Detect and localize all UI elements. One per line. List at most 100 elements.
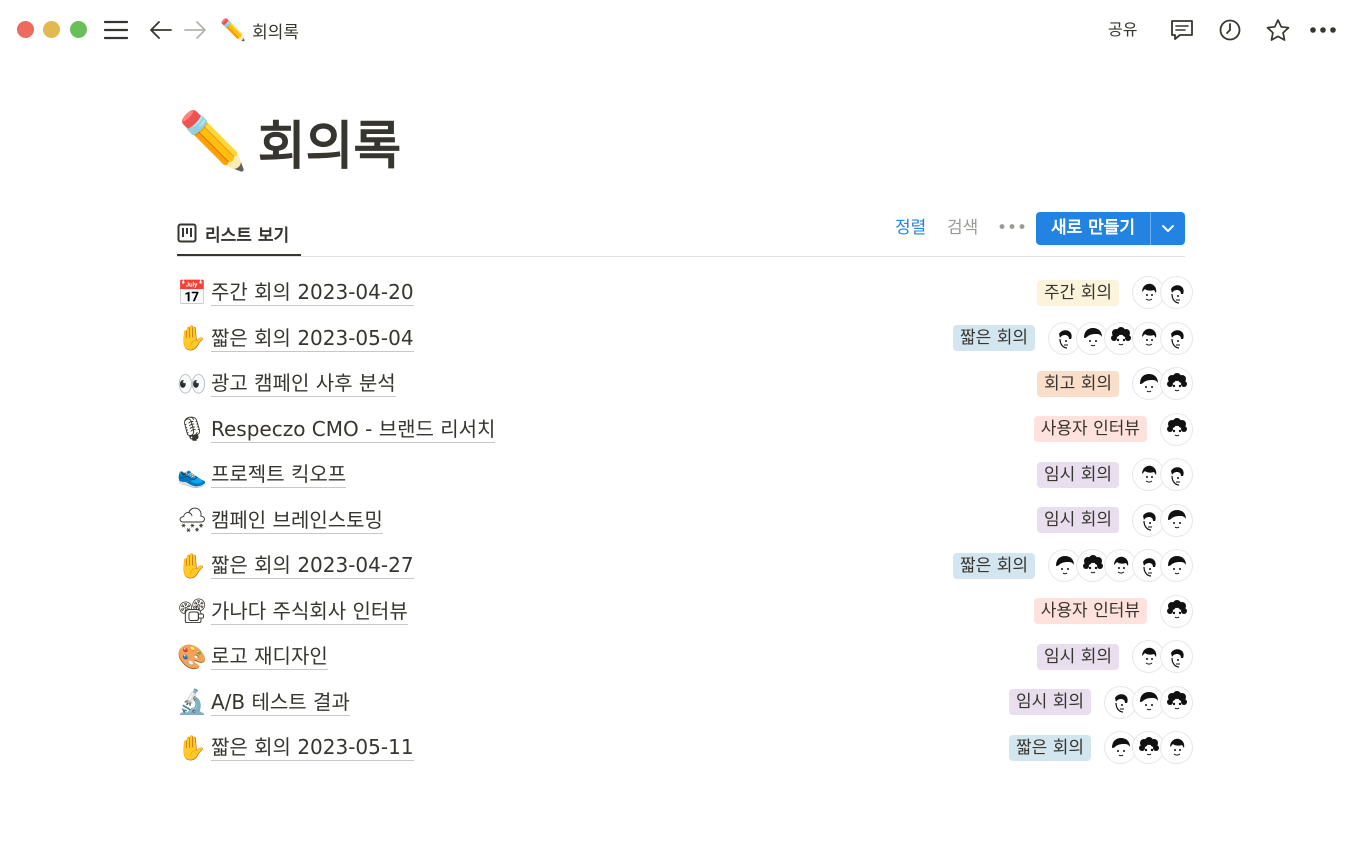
list-item-title[interactable]: 프로젝트 킥오프 <box>211 461 347 489</box>
meeting-type-tag: 임시 회의 <box>1037 461 1119 488</box>
list-item-properties: 사용자 인터뷰 <box>1033 589 1192 635</box>
list-item[interactable]: 👟 프로젝트 킥오프 임시 회의 <box>177 452 1192 498</box>
list-item-title[interactable]: A/B 테스트 결과 <box>211 689 350 716</box>
list-item-title[interactable]: 로고 재디자인 <box>211 643 328 671</box>
breadcrumb[interactable]: ✏️ 회의록 <box>220 15 299 45</box>
list-item-title[interactable]: Respeczo CMO - 브랜드 리서치 <box>211 416 496 443</box>
list-item-title[interactable]: 광고 캠페인 사후 분석 <box>211 370 396 398</box>
view-more-button[interactable]: ••• <box>997 214 1027 242</box>
page-icon: ✋ <box>177 324 207 353</box>
attendee-avatars <box>1105 686 1192 718</box>
list-item[interactable]: ✋ 짧은 회의 2023-05-04 짧은 회의 <box>177 316 1192 362</box>
list-item-properties: 회고 회의 <box>1037 361 1192 407</box>
attendee-avatars <box>1133 641 1192 673</box>
list-item[interactable]: 🎙 Respeczo CMO - 브랜드 리서치 사용자 인터뷰 <box>177 407 1192 453</box>
window-minimize-button[interactable] <box>43 21 60 38</box>
avatar <box>1161 732 1192 764</box>
list-item[interactable]: 🔬 A/B 테스트 결과 임시 회의 <box>177 680 1192 726</box>
page-icon: 🌨 <box>177 506 208 535</box>
divider <box>177 256 1185 257</box>
list-item-properties: 짧은 회의 <box>953 316 1192 362</box>
avatar <box>1077 550 1108 582</box>
list-item-title[interactable]: 짧은 회의 2023-04-27 <box>211 552 414 580</box>
page-icon: 📅 <box>177 278 207 307</box>
page-icon: 👟 <box>177 460 207 489</box>
attendee-avatars <box>1133 277 1192 309</box>
more-icon[interactable] <box>1306 14 1340 46</box>
menu-icon[interactable] <box>101 14 131 46</box>
list-item-title[interactable]: 주간 회의 2023-04-20 <box>211 279 414 307</box>
avatar <box>1105 686 1136 718</box>
forward-arrow-icon[interactable] <box>180 14 210 46</box>
avatar <box>1077 322 1108 354</box>
list-item[interactable]: 📽 가나다 주식회사 인터뷰 사용자 인터뷰 <box>177 589 1192 635</box>
list-item-properties: 사용자 인터뷰 <box>1033 407 1192 453</box>
app-window: ✏️ 회의록 공유 ✏️ 회의록 리스트 보기 정렬 검색 ••• 새로 만들기… <box>0 0 1366 856</box>
avatar <box>1161 277 1192 309</box>
pencil-icon: ✏️ <box>178 109 248 174</box>
page-title-text: 회의록 <box>257 116 402 177</box>
meeting-type-tag: 주간 회의 <box>1037 279 1119 306</box>
avatar <box>1049 550 1080 582</box>
sort-button[interactable]: 정렬 <box>895 214 926 242</box>
list-item-properties: 임시 회의 <box>1037 452 1192 498</box>
meeting-type-tag: 임시 회의 <box>1009 689 1091 716</box>
avatar <box>1133 459 1164 491</box>
meeting-type-tag: 사용자 인터뷰 <box>1033 416 1147 443</box>
avatar <box>1161 641 1192 673</box>
meeting-type-tag: 임시 회의 <box>1037 643 1119 670</box>
list-item-properties: 임시 회의 <box>1037 498 1192 544</box>
list-item[interactable]: 👀 광고 캠페인 사후 분석 회고 회의 <box>177 361 1192 407</box>
meeting-type-tag: 짧은 회의 <box>1009 734 1091 761</box>
list-item-title[interactable]: 짧은 회의 2023-05-11 <box>211 734 414 762</box>
list-item-title[interactable]: 캠페인 브레인스토밍 <box>211 507 383 534</box>
avatar <box>1049 322 1080 354</box>
attendee-avatars <box>1161 595 1192 627</box>
tab-list-view[interactable]: 리스트 보기 <box>177 212 302 256</box>
list-item-title[interactable]: 가나다 주식회사 인터뷰 <box>211 598 408 625</box>
attendee-avatars <box>1133 368 1192 400</box>
avatar <box>1161 459 1192 491</box>
top-bar: ✏️ 회의록 공유 <box>0 0 1366 60</box>
page-icon: 🔬 <box>177 688 207 717</box>
chevron-down-icon[interactable] <box>1151 212 1185 245</box>
avatar <box>1161 504 1192 536</box>
attendee-avatars <box>1105 732 1192 764</box>
list-item[interactable]: 🌨 캠페인 브레인스토밍 임시 회의 <box>177 498 1192 544</box>
list-item[interactable]: 📅 주간 회의 2023-04-20 주간 회의 <box>177 270 1192 316</box>
attendee-avatars <box>1049 322 1192 354</box>
page-icon: 👀 <box>177 369 207 398</box>
avatar <box>1161 686 1192 718</box>
search-button[interactable]: 검색 <box>947 214 978 242</box>
attendee-avatars <box>1049 550 1192 582</box>
avatar <box>1133 277 1164 309</box>
comment-icon[interactable] <box>1166 14 1198 46</box>
new-button[interactable]: 새로 만들기 <box>1036 212 1151 245</box>
share-button[interactable]: 공유 <box>1108 15 1137 45</box>
avatar <box>1133 686 1164 718</box>
list-view-icon <box>177 223 197 243</box>
star-icon[interactable] <box>1262 14 1294 46</box>
meeting-type-tag: 임시 회의 <box>1037 507 1119 534</box>
list-item-title[interactable]: 짧은 회의 2023-05-04 <box>211 325 414 352</box>
avatar <box>1133 504 1164 536</box>
page-icon: 📽 <box>177 597 208 626</box>
attendee-avatars <box>1133 459 1192 491</box>
list-item[interactable]: 🎨 로고 재디자인 임시 회의 <box>177 634 1192 680</box>
tab-label: 리스트 보기 <box>205 225 290 246</box>
clock-icon[interactable] <box>1214 14 1246 46</box>
list-item-properties: 짧은 회의 <box>953 543 1192 589</box>
page-icon: 🎨 <box>177 642 207 671</box>
meeting-type-tag: 짧은 회의 <box>953 325 1035 352</box>
window-zoom-button[interactable] <box>70 21 87 38</box>
avatar <box>1133 550 1164 582</box>
window-close-button[interactable] <box>17 21 34 38</box>
meeting-type-tag: 사용자 인터뷰 <box>1033 598 1147 625</box>
back-arrow-icon[interactable] <box>146 14 176 46</box>
page-icon: ✋ <box>177 733 207 762</box>
list-item[interactable]: ✋ 짧은 회의 2023-04-27 짧은 회의 <box>177 543 1192 589</box>
list-item[interactable]: ✋ 짧은 회의 2023-05-11 짧은 회의 <box>177 725 1192 771</box>
avatar <box>1161 595 1192 627</box>
pencil-icon: ✏️ <box>220 17 247 42</box>
list-item-properties: 임시 회의 <box>1037 634 1192 680</box>
